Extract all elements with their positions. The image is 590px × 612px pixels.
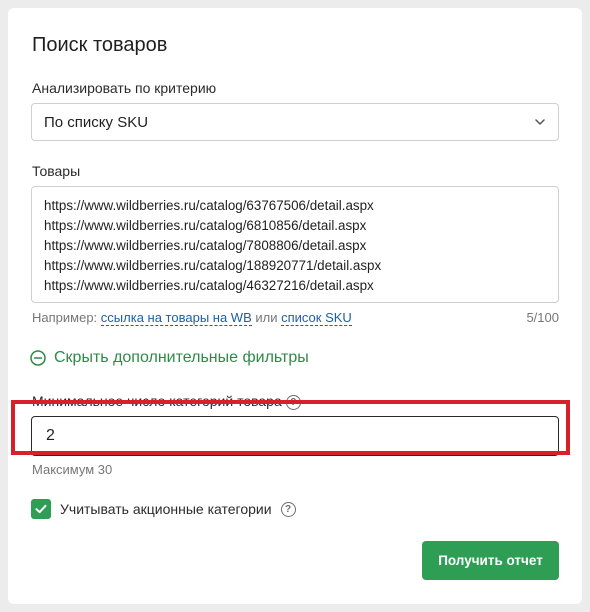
hint-prefix: Например:	[32, 310, 98, 325]
goods-hint: Например: ссылка на товары на WB или спи…	[32, 310, 352, 326]
chevron-down-icon	[535, 119, 545, 125]
goods-label: Товары	[32, 163, 81, 179]
page-title: Поиск товаров	[32, 34, 168, 56]
get-report-button[interactable]: Получить отчет	[422, 541, 559, 580]
goods-line: https://www.wildberries.ru/catalog/46327…	[44, 278, 374, 293]
search-goods-card: Поиск товаров Анализировать по критерию …	[8, 8, 582, 604]
promo-checkbox-row[interactable]: Учитывать акционные категории ?	[31, 499, 296, 519]
checkmark-icon	[35, 504, 47, 514]
goods-textarea[interactable]: https://www.wildberries.ru/catalog/63767…	[31, 186, 559, 303]
toggle-filters-button[interactable]: Скрыть дополнительные фильтры	[30, 349, 309, 367]
max-hint: Максимум 30	[32, 462, 113, 477]
goods-line: https://www.wildberries.ru/catalog/63767…	[44, 198, 374, 213]
criterion-select-value: По списку SKU	[44, 113, 149, 131]
criterion-label: Анализировать по критерию	[32, 80, 217, 96]
question-circle-icon[interactable]: ?	[280, 501, 296, 517]
promo-checkbox[interactable]	[31, 499, 51, 519]
hint-link-wb[interactable]: ссылка на товары на WB	[100, 310, 252, 326]
goods-line: https://www.wildberries.ru/catalog/78088…	[44, 238, 367, 253]
goods-counter: 5/100	[526, 310, 559, 325]
criterion-select[interactable]: По списку SKU	[31, 103, 559, 141]
goods-line: https://www.wildberries.ru/catalog/68108…	[44, 218, 367, 233]
toggle-filters-label: Скрыть дополнительные фильтры	[54, 349, 309, 366]
hint-or: или	[255, 310, 278, 325]
goods-line: https://www.wildberries.ru/catalog/18892…	[44, 258, 382, 273]
highlight-box	[11, 400, 570, 455]
promo-label: Учитывать акционные категории	[60, 501, 272, 517]
minus-circle-icon	[30, 350, 46, 366]
hint-link-sku[interactable]: список SKU	[281, 310, 352, 326]
